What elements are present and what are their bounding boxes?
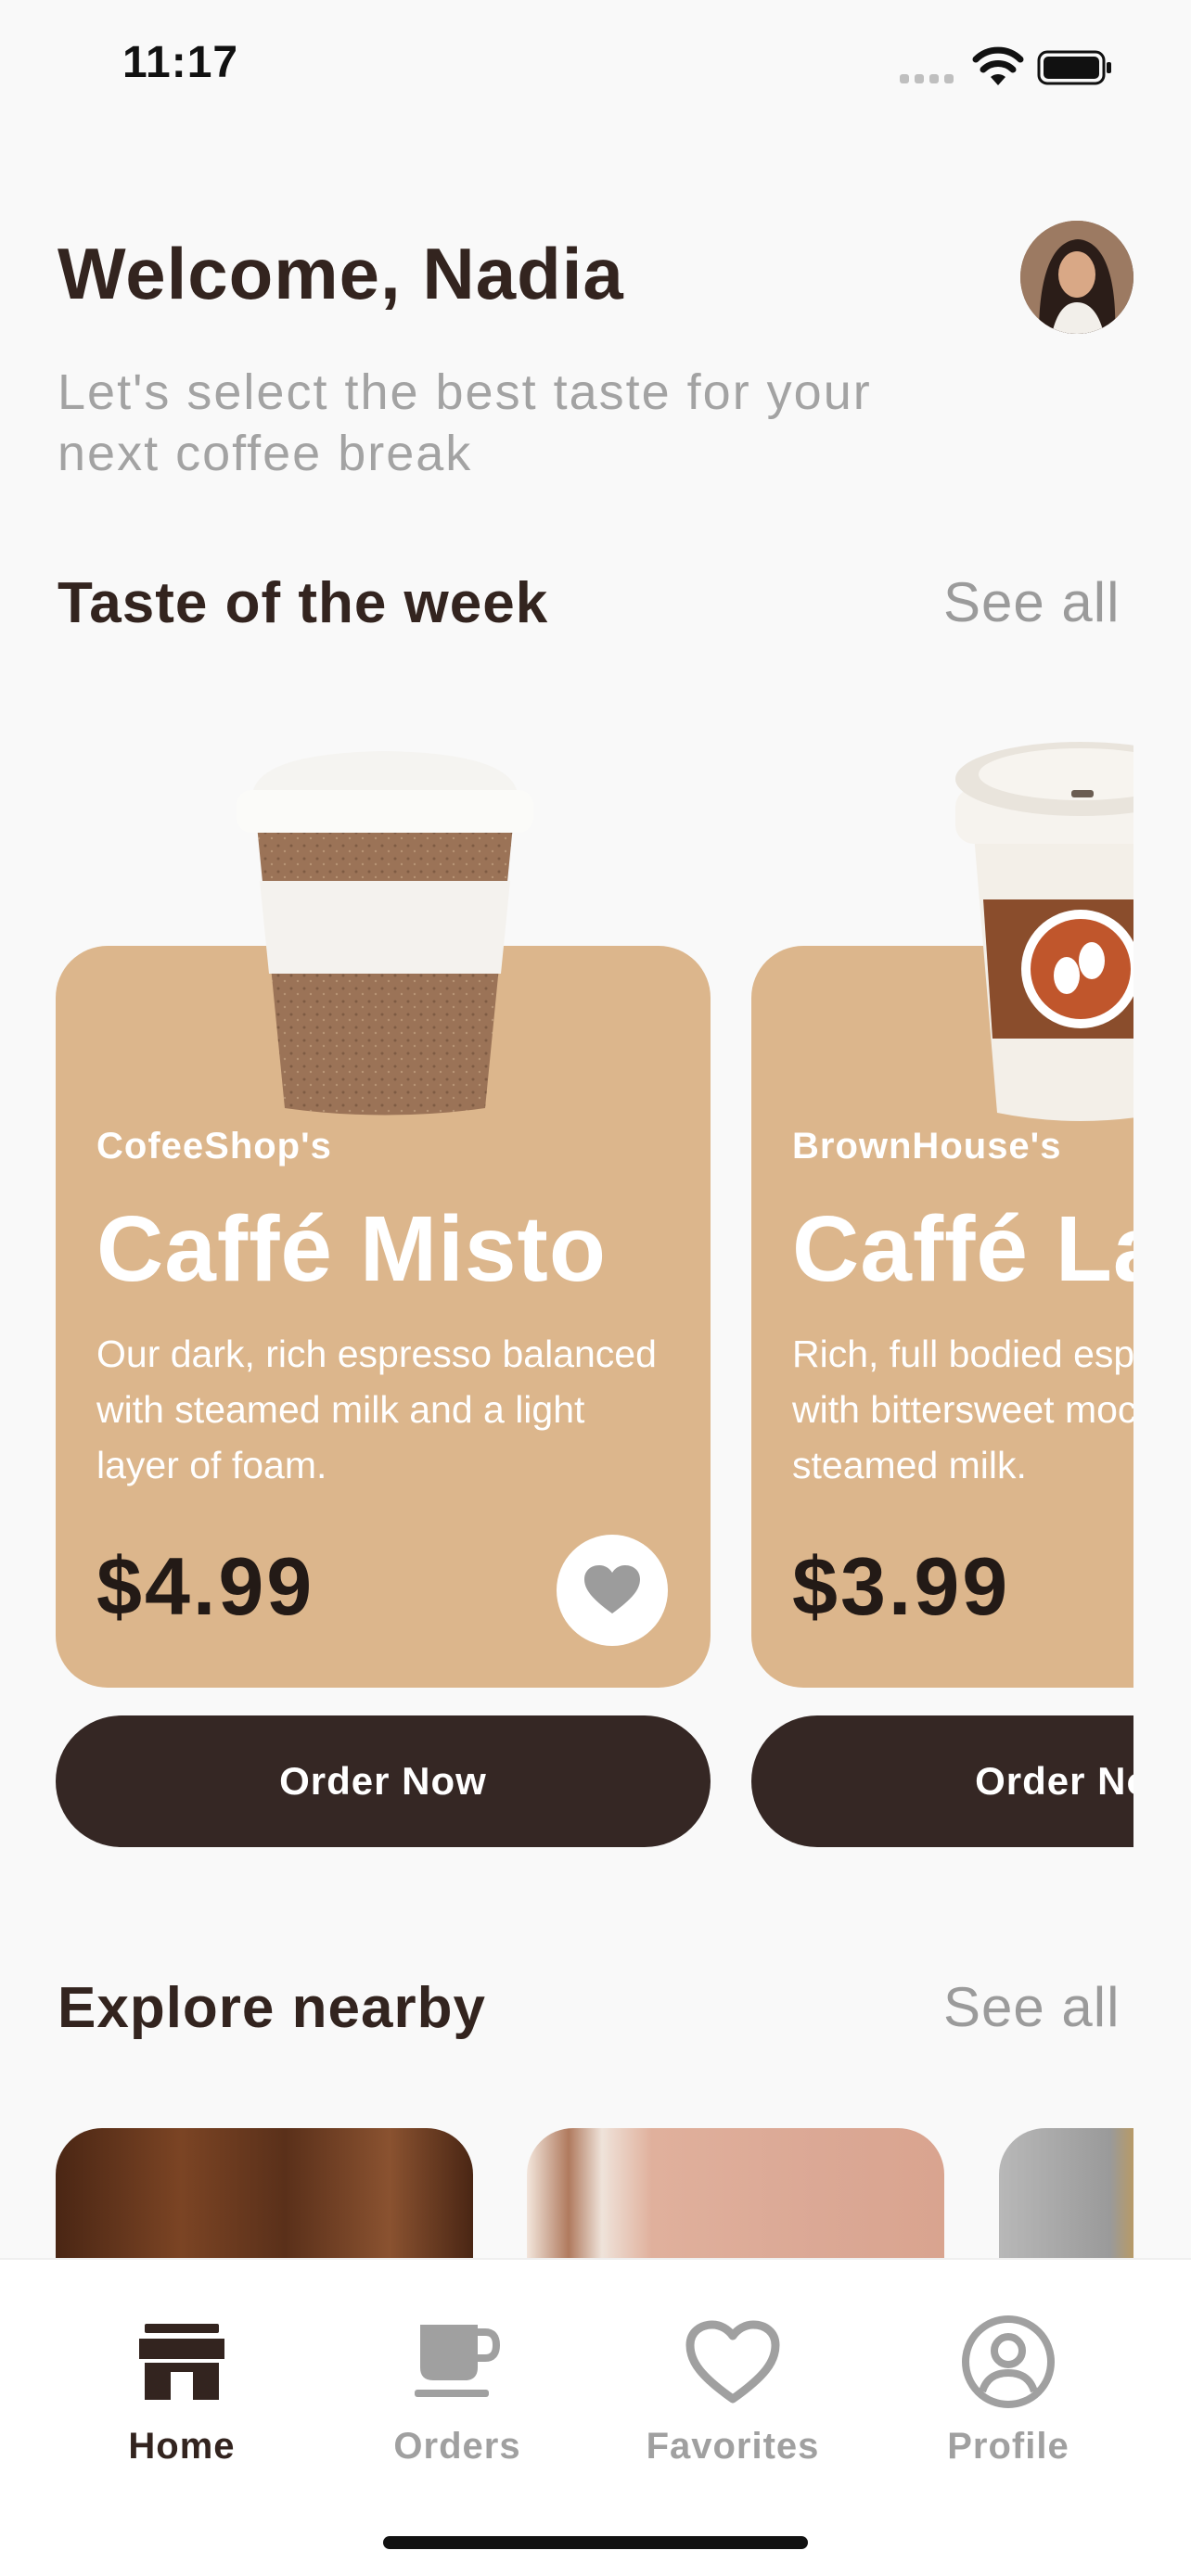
product-card[interactable]: CofeeShop's Caffé Misto Our dark, rich e… [56,723,711,1864]
product-description: Rich, full bodied espresso filled with b… [792,1333,1133,1486]
tab-orders[interactable]: Orders [346,2311,569,2496]
product-name: Caffé Latte [792,1197,1133,1301]
tab-label: Favorites [646,2426,820,2467]
nearby-place-card[interactable] [999,2128,1133,2258]
taste-see-all-link[interactable]: See all [943,570,1120,634]
nearby-place-card[interactable] [56,2128,473,2258]
wifi-icon [972,46,1024,87]
order-now-button[interactable]: Order Now [751,1715,1133,1847]
product-name: Caffé Misto [96,1197,607,1301]
shop-name: BrownHouse's [792,1126,1062,1167]
nearby-carousel[interactable] [0,2128,1133,2258]
battery-icon [1037,50,1113,85]
tab-bar: Home Orders Favorites Profile [0,2258,1191,2576]
heart-icon [685,2320,780,2404]
tab-label: Profile [947,2426,1069,2467]
product-price: $3.99 [792,1540,1011,1632]
person-circle-icon [962,2315,1055,2408]
avatar[interactable] [1020,221,1133,334]
status-time: 11:17 [122,38,239,87]
nearby-place-card[interactable] [527,2128,944,2258]
tab-label: Home [128,2426,236,2467]
product-card[interactable]: BrownHouse's Caffé Latte Rich, full bodi… [751,723,1133,1864]
explore-nearby-title: Explore nearby [58,1976,486,2040]
cork-cup-image [237,751,533,1127]
heart-icon [584,1565,640,1613]
taste-of-week-title: Taste of the week [58,571,549,635]
welcome-subtitle: Let's select the best taste for your nex… [58,364,872,481]
cup-icon [415,2325,500,2397]
product-description: Our dark, rich espresso balanced with st… [96,1333,657,1486]
product-carousel[interactable]: CofeeShop's Caffé Misto Our dark, rich e… [0,723,1133,1864]
tab-label: Orders [393,2426,521,2467]
tab-profile[interactable]: Profile [897,2311,1120,2496]
store-icon [139,2324,224,2400]
favorite-button[interactable] [557,1535,668,1646]
explore-see-all-link[interactable]: See all [943,1975,1120,2039]
order-now-button[interactable]: Order Now [56,1715,711,1847]
product-price: $4.99 [96,1540,315,1632]
tab-home[interactable]: Home [70,2311,293,2496]
cellular-signal-icon [900,74,955,85]
welcome-title: Welcome, Nadia [58,233,624,314]
shop-name: CofeeShop's [96,1126,332,1167]
home-indicator [383,2536,808,2549]
paper-cup-image [941,733,1133,1136]
tab-favorites[interactable]: Favorites [621,2311,844,2496]
